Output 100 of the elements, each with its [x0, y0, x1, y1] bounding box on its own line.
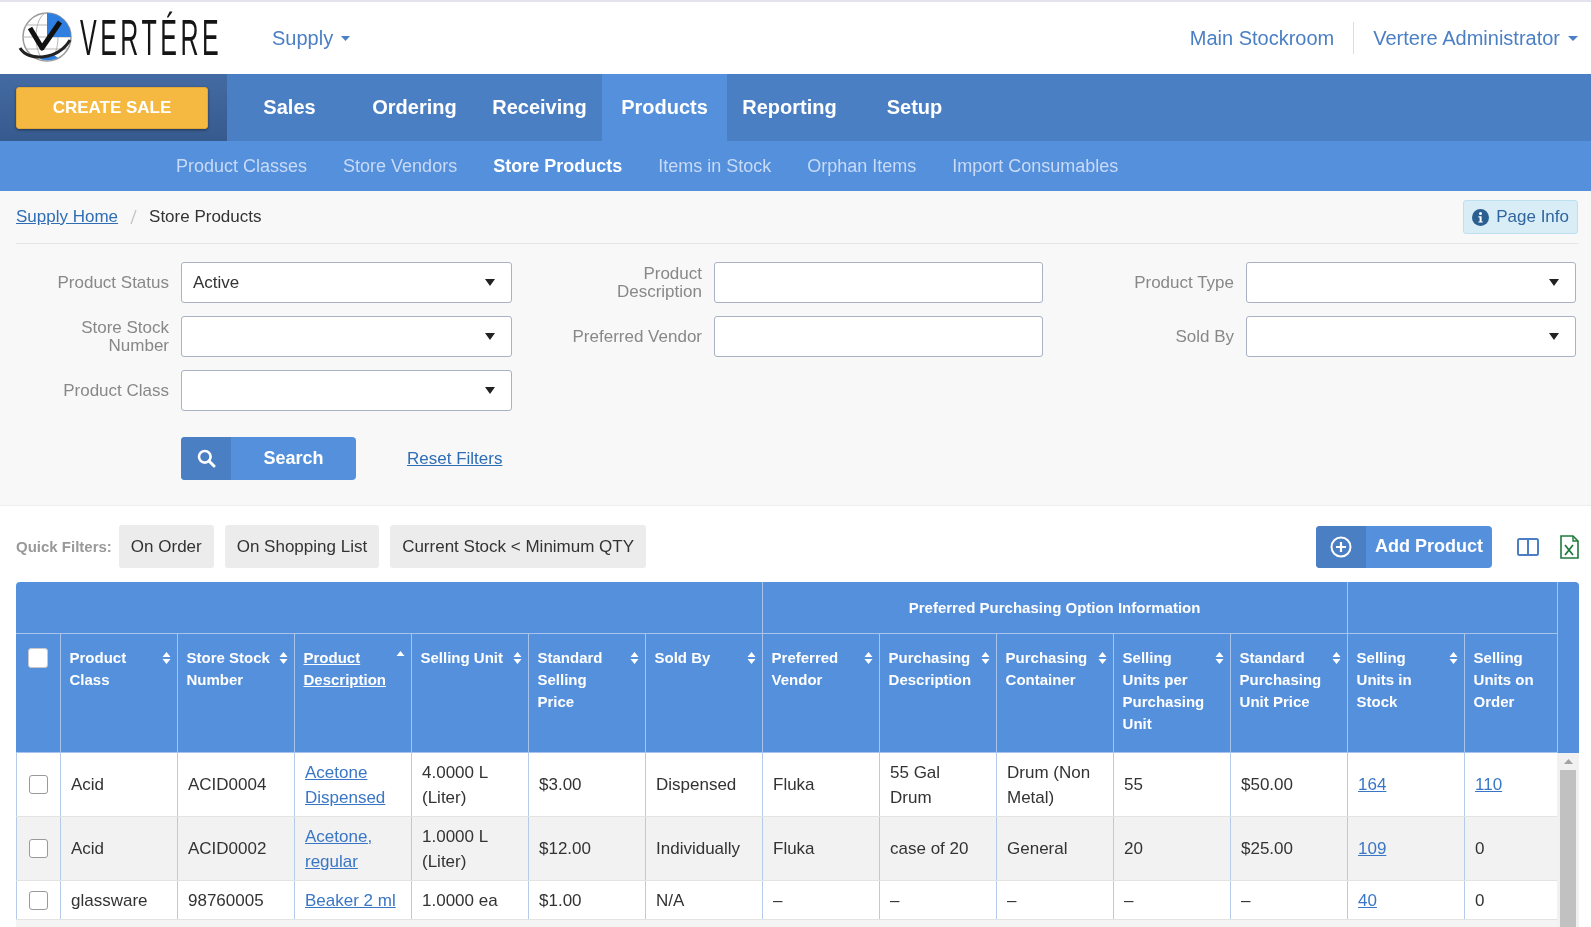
subnav-tab[interactable]: Product Classes — [158, 155, 326, 177]
columns-icon[interactable] — [1517, 537, 1539, 556]
nav-tab[interactable]: Products — [602, 74, 727, 141]
sort-ascending-icon[interactable] — [395, 651, 405, 656]
column-header: Selling Units on Order — [1473, 648, 1535, 712]
column-header[interactable]: Purchasing Description — [888, 647, 977, 691]
column-header[interactable]: Selling Unit — [420, 647, 509, 669]
dropdown-field[interactable] — [1246, 316, 1576, 357]
quick-filter-button[interactable]: On Order — [118, 525, 214, 568]
table-cell: – — [1113, 880, 1231, 920]
column-header[interactable]: Selling Units per Purchasing Unit — [1122, 647, 1211, 735]
scroll-up-arrow-icon[interactable] — [1563, 759, 1573, 764]
text-input[interactable] — [714, 316, 1043, 357]
nav-tab[interactable]: Sales — [227, 74, 352, 141]
table-cell: 0 — [1464, 880, 1557, 920]
sort-icon[interactable] — [1097, 651, 1107, 665]
field-label: Product Status — [57, 272, 169, 292]
dropdown-field[interactable]: Active — [181, 262, 512, 303]
nav-tab[interactable]: Reporting — [727, 74, 852, 141]
table-cell: 4.0000 L (Liter) — [411, 753, 529, 817]
module-menu-button[interactable]: Supply — [272, 26, 351, 50]
nav-tab[interactable]: Receiving — [477, 74, 602, 141]
table-link[interactable]: Acetone, regular — [305, 823, 399, 874]
caret-down-icon — [485, 279, 495, 286]
table-cell: Dispensed — [645, 753, 763, 817]
table-cell: Acid — [60, 753, 178, 817]
table-cell: General — [996, 816, 1114, 881]
breadcrumb-link[interactable]: Supply Home — [16, 207, 119, 227]
caret-down-icon — [1568, 35, 1578, 41]
column-header[interactable]: Sold By — [654, 647, 743, 669]
add-product-button[interactable]: Add Product — [1316, 525, 1492, 568]
sort-icon[interactable] — [1448, 651, 1458, 665]
dropdown-field[interactable] — [181, 316, 512, 357]
text-input[interactable] — [714, 262, 1043, 303]
field-label: Product Type — [1134, 272, 1234, 292]
table-cell: $25.00 — [1230, 816, 1348, 881]
table-cell: – — [1230, 880, 1348, 920]
subnav-tab[interactable]: Store Vendors — [325, 155, 476, 177]
reset-filters-link[interactable]: Reset Filters — [407, 448, 503, 469]
subnav-tab[interactable]: Items in Stock — [640, 155, 790, 177]
dropdown-field[interactable] — [1246, 262, 1576, 303]
sort-icon[interactable] — [980, 651, 990, 665]
select-all-checkbox[interactable] — [27, 648, 48, 668]
info-icon — [1472, 208, 1490, 226]
table-cell: 1.0000 ea — [411, 880, 529, 920]
row-checkbox[interactable] — [29, 839, 48, 858]
table-cell: Acid — [60, 816, 178, 881]
table-cell: Drum (Non Metal) — [996, 753, 1114, 817]
column-header[interactable]: Product Description — [303, 647, 392, 691]
sort-icon[interactable] — [863, 651, 873, 665]
row-checkbox[interactable] — [29, 775, 48, 794]
column-header[interactable]: Purchasing Container — [1005, 647, 1094, 691]
column-header[interactable]: Standard Selling Price — [537, 647, 626, 713]
table-cell: $50.00 — [1230, 753, 1348, 817]
field-label: Product Class — [63, 380, 169, 400]
subnav-tab[interactable]: Import Consumables — [934, 155, 1137, 177]
table-cell: 0 — [1464, 816, 1557, 881]
table-cell: $12.00 — [528, 816, 646, 881]
column-header[interactable]: Preferred Vendor — [771, 647, 860, 691]
user-menu-button[interactable]: Vertere Administrator — [1373, 26, 1578, 50]
sort-icon[interactable] — [1331, 651, 1341, 665]
quick-filter-button[interactable]: Current Stock < Minimum QTY — [390, 525, 647, 568]
quick-filter-button[interactable]: On Shopping List — [224, 525, 380, 568]
row-checkbox[interactable] — [29, 890, 48, 910]
column-header[interactable]: Product Class — [69, 647, 158, 691]
quick-filters-label: Quick Filters: — [16, 538, 112, 555]
nav-tab[interactable]: Ordering — [352, 74, 477, 141]
field-label: Preferred Vendor — [572, 326, 702, 346]
table-cell: N/A — [645, 880, 763, 920]
table-cell: Fluka — [762, 753, 880, 817]
field-label: Product Description — [616, 263, 702, 301]
sort-icon[interactable] — [1214, 651, 1224, 665]
location-link[interactable]: Main Stockroom — [1189, 26, 1335, 50]
table-cell: Fluka — [762, 816, 880, 881]
search-icon — [181, 437, 231, 480]
table-cell: 1.0000 L (Liter) — [411, 816, 529, 881]
subnav-tab[interactable]: Orphan Items — [789, 155, 935, 177]
column-header[interactable]: Standard Purchasing Unit Price — [1239, 647, 1328, 713]
sort-icon[interactable] — [161, 651, 171, 665]
spreadsheet-icon[interactable] — [1560, 534, 1579, 559]
sort-icon[interactable] — [512, 651, 522, 665]
column-header[interactable]: Selling Units in Stock — [1356, 647, 1445, 713]
sort-icon[interactable] — [629, 651, 639, 665]
page-info-button[interactable]: Page Info — [1463, 200, 1578, 234]
caret-down-icon — [1549, 279, 1559, 286]
table-cell: $1.00 — [528, 880, 646, 920]
subnav-tab[interactable]: Store Products — [475, 155, 641, 177]
table-cell: 55 — [1113, 753, 1231, 817]
search-button[interactable]: Search — [181, 437, 356, 480]
scrollbar-thumb[interactable] — [1560, 770, 1576, 927]
column-group-header: Preferred Purchasing Option Information — [762, 582, 1348, 634]
table-cell: 20 — [1113, 816, 1231, 881]
slash-icon — [130, 209, 138, 225]
table-cell: glassware — [60, 880, 178, 920]
nav-tab[interactable]: Setup — [852, 74, 977, 141]
sort-icon[interactable] — [746, 651, 756, 665]
dropdown-field[interactable] — [181, 370, 512, 411]
table-link[interactable]: 109 — [1358, 836, 1452, 861]
sort-icon[interactable] — [278, 651, 288, 665]
column-header[interactable]: Store Stock Number — [186, 647, 275, 691]
